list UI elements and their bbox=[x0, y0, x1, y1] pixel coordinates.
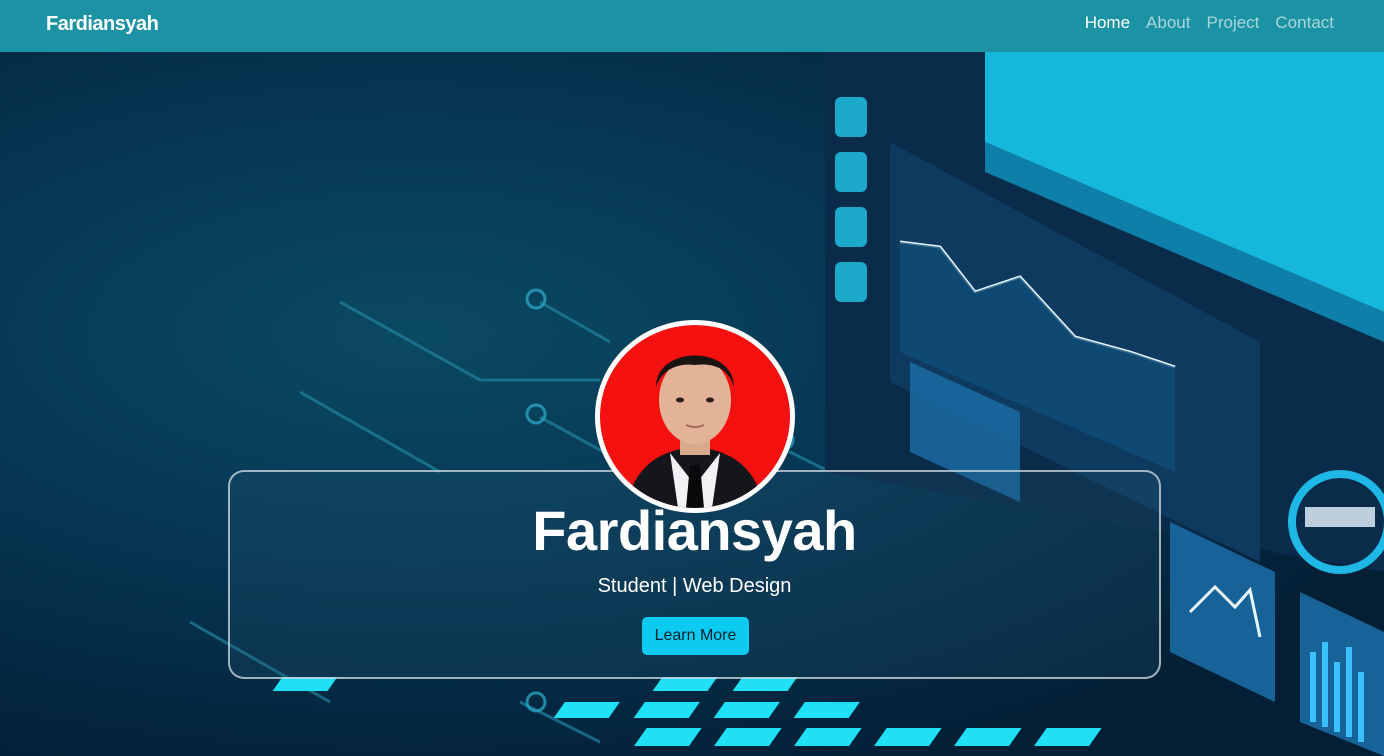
nav-link-project[interactable]: Project bbox=[1206, 13, 1259, 33]
person-portrait-icon bbox=[625, 355, 765, 508]
hero-section: Fardiansyah Student | Web Design Learn M… bbox=[0, 52, 1384, 756]
navbar: Fardiansyah Home About Project Contact bbox=[0, 0, 1384, 52]
hero-tagline: Student | Web Design bbox=[597, 575, 792, 597]
nav-link-about[interactable]: About bbox=[1146, 13, 1190, 33]
nav-link-contact[interactable]: Contact bbox=[1275, 13, 1334, 33]
profile-avatar bbox=[595, 320, 795, 513]
brand-logo[interactable]: Fardiansyah bbox=[46, 13, 159, 36]
profile-photo bbox=[600, 325, 790, 508]
nav-links: Home About Project Contact bbox=[1085, 13, 1334, 33]
nav-link-home[interactable]: Home bbox=[1085, 13, 1130, 33]
learn-more-button[interactable]: Learn More bbox=[642, 617, 749, 655]
